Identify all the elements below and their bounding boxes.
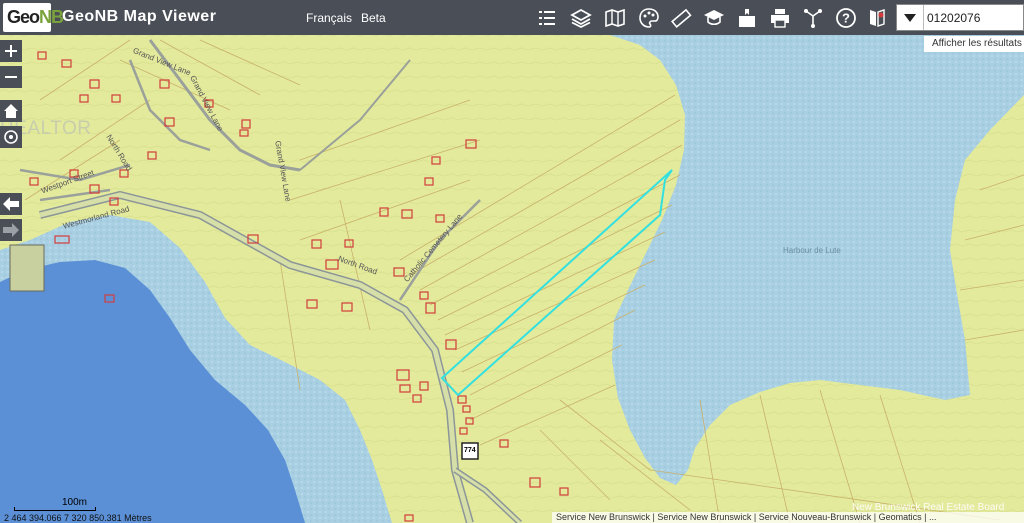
svg-text:?: ? — [842, 10, 850, 25]
minus-icon — [5, 76, 17, 78]
measure-icon[interactable] — [667, 4, 695, 31]
coordinate-readout: 2 464 394.066 7 320 850.381 Mètres — [4, 513, 152, 523]
attribution: Service New Brunswick | Service New Brun… — [552, 512, 1024, 523]
beta-link[interactable]: Beta — [361, 11, 386, 25]
home-icon — [4, 104, 18, 118]
top-toolbar: GeoNB GeoNB Map Viewer Français Beta ? — [0, 0, 1024, 35]
arrow-right-icon — [3, 223, 19, 237]
show-results-link[interactable]: Afficher les résultats — [924, 36, 1024, 52]
search-dropdown[interactable] — [897, 5, 924, 30]
language-link[interactable]: Français — [306, 11, 352, 25]
map-canvas[interactable] — [0, 0, 1024, 523]
list-icon[interactable] — [533, 4, 561, 31]
search-input[interactable] — [927, 9, 1019, 26]
crosshair-icon — [4, 130, 18, 144]
education-icon[interactable] — [700, 4, 728, 31]
home-button[interactable] — [0, 100, 22, 122]
layers-icon[interactable] — [567, 4, 595, 31]
chevron-down-icon — [904, 13, 916, 22]
location-icon[interactable] — [863, 4, 891, 31]
geonb-logo[interactable]: GeoNB — [3, 3, 64, 32]
next-extent-button[interactable] — [0, 219, 22, 241]
scale-bar — [14, 507, 96, 511]
logo-nb-text: NB — [39, 7, 64, 27]
previous-extent-button[interactable] — [0, 193, 22, 215]
search-box — [896, 4, 1024, 31]
zoom-out-button[interactable] — [0, 66, 22, 88]
water-label: Harbour de Lute — [783, 246, 841, 255]
palette-icon[interactable] — [635, 4, 663, 31]
help-icon[interactable]: ? — [832, 4, 860, 31]
app-title: GeoNB Map Viewer — [62, 8, 217, 25]
logo-geo-text: Geo — [7, 7, 40, 27]
wharf — [9, 244, 45, 292]
route-number: 774 — [464, 447, 476, 454]
basemap-icon[interactable] — [601, 4, 629, 31]
locate-button[interactable] — [0, 126, 22, 148]
print-icon[interactable] — [766, 4, 794, 31]
zoom-in-button[interactable] — [0, 40, 22, 62]
arrow-left-icon — [3, 197, 19, 211]
bookmark-icon[interactable] — [733, 4, 761, 31]
share-icon[interactable] — [799, 4, 827, 31]
plus-icon — [5, 45, 17, 57]
board-watermark: New Brunswick Real Estate Board — [852, 502, 1005, 513]
